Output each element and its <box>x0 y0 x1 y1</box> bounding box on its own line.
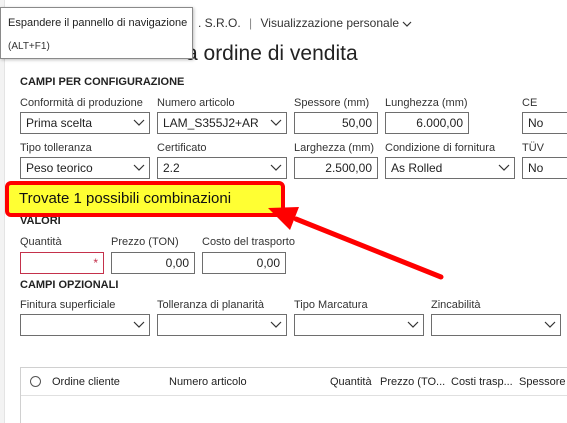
label-spessore: Spessore (mm) <box>294 97 370 109</box>
combinations-grid: Ordine cliente Numero articolo Quantità … <box>20 367 567 423</box>
label-planarita: Tolleranza di planarità <box>157 299 265 311</box>
tipo-tolleranza-select[interactable]: Peso teorico <box>20 157 150 179</box>
conformita-value: Prima scelta <box>26 116 93 130</box>
label-marcatura: Tipo Marcatura <box>294 299 368 311</box>
label-numero-articolo: Numero articolo <box>157 97 235 109</box>
tuv-value: No <box>528 161 544 175</box>
label-prezzo: Prezzo (TON) <box>111 236 179 248</box>
column-header[interactable]: Ordine cliente <box>52 376 120 388</box>
label-certificato: Certificato <box>157 142 207 154</box>
quantita-input[interactable]: * <box>20 252 104 274</box>
prezzo-input[interactable]: 0,00 <box>111 252 195 274</box>
condizione-value: As Rolled <box>391 161 443 175</box>
chevron-down-icon <box>133 321 145 328</box>
ce-select[interactable]: No <box>522 112 567 134</box>
topbar-separator: | <box>249 16 253 30</box>
required-marker: * <box>93 256 98 270</box>
label-ce: CE <box>522 97 538 109</box>
combinations-highlight: Trovate 1 possibili combinazioni <box>5 181 285 217</box>
section-opzionali-title: CAMPI OPZIONALI <box>20 279 119 291</box>
larghezza-input[interactable]: 2.500,00 <box>294 157 378 179</box>
ce-value: No <box>528 116 544 130</box>
zincabilita-select[interactable] <box>431 314 561 336</box>
chevron-down-icon <box>544 321 556 328</box>
tuv-select[interactable]: No <box>522 157 567 179</box>
label-tuv: TÜV <box>522 142 544 154</box>
label-finitura: Finitura superficiale <box>20 299 116 311</box>
company-name[interactable]: . S.R.O. <box>198 16 241 30</box>
grid-header: Ordine cliente Numero articolo Quantità … <box>21 368 567 396</box>
certificato-select[interactable]: 2.2 <box>157 157 287 179</box>
column-header[interactable]: Costi trasp... <box>451 376 513 388</box>
chevron-down-icon <box>407 321 419 328</box>
annotation-arrow-shaft <box>293 216 444 280</box>
label-larghezza: Larghezza (mm) <box>294 142 375 154</box>
finitura-select[interactable] <box>20 314 150 336</box>
label-conformita: Conformità di produzione <box>20 97 143 109</box>
label-lunghezza: Lunghezza (mm) <box>385 97 468 109</box>
view-selector[interactable]: Visualizzazione personale <box>261 16 413 30</box>
chevron-down-icon <box>270 164 282 171</box>
label-zincabilita: Zincabilità <box>431 299 481 311</box>
label-tipo-tolleranza: Tipo tolleranza <box>20 142 92 154</box>
chevron-down-icon <box>133 119 145 126</box>
column-header[interactable]: Spessore <box>519 376 565 388</box>
page-title: a ordine di vendita <box>186 42 358 65</box>
lunghezza-input[interactable]: 6.000,00 <box>385 112 469 134</box>
column-header[interactable]: Quantità <box>330 376 372 388</box>
label-costo-trasporto: Costo del trasporto <box>202 236 295 248</box>
navigation-tooltip: Espandere il pannello di navigazione (AL… <box>0 7 193 59</box>
column-header[interactable]: Prezzo (TO... <box>380 376 445 388</box>
select-all-radio[interactable] <box>30 376 41 387</box>
combinations-text: Trovate 1 possibili combinazioni <box>19 190 232 207</box>
conformita-select[interactable]: Prima scelta <box>20 112 150 134</box>
planarita-select[interactable] <box>157 314 287 336</box>
costo-trasporto-input[interactable]: 0,00 <box>202 252 286 274</box>
condizione-select[interactable]: As Rolled <box>385 157 515 179</box>
tipo-tolleranza-value: Peso teorico <box>26 161 93 175</box>
chevron-down-icon <box>270 321 282 328</box>
tooltip-title: Espandere il pannello di navigazione <box>8 17 188 29</box>
chevron-down-icon <box>402 21 412 27</box>
tooltip-shortcut: (ALT+F1) <box>8 41 50 52</box>
certificato-value: 2.2 <box>163 161 180 175</box>
label-quantita: Quantità <box>20 236 62 248</box>
chevron-down-icon <box>133 164 145 171</box>
column-header[interactable]: Numero articolo <box>169 376 247 388</box>
numero-articolo-select[interactable]: LAM_S355J2+AR <box>157 112 287 134</box>
chevron-down-icon <box>498 164 510 171</box>
section-config-title: CAMPI PER CONFIGURAZIONE <box>20 76 185 88</box>
view-label: Visualizzazione personale <box>260 16 400 30</box>
chevron-down-icon <box>270 119 282 126</box>
marcatura-select[interactable] <box>294 314 424 336</box>
spessore-input[interactable]: 50,00 <box>294 112 378 134</box>
numero-articolo-value: LAM_S355J2+AR <box>163 116 259 130</box>
top-bar: . S.R.O. | Visualizzazione personale <box>198 16 412 30</box>
label-condizione: Condizione di fornitura <box>385 142 496 154</box>
